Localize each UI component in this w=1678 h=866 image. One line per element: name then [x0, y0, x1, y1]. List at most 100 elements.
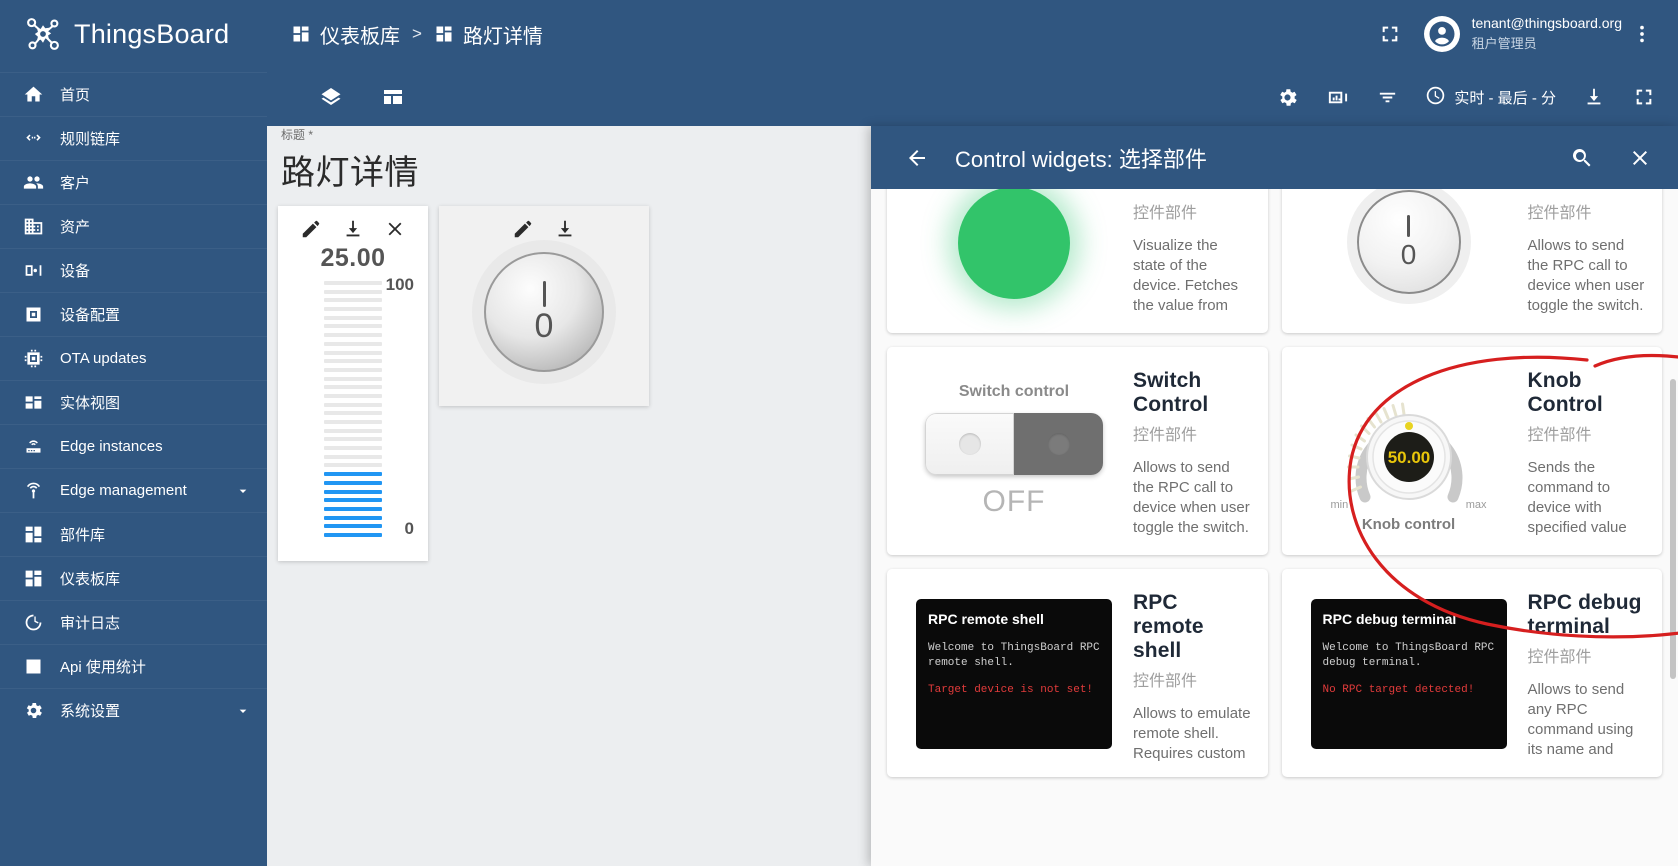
bar-gauge-tick [324, 480, 382, 485]
bar-gauge-scale: 100 0 [278, 275, 428, 538]
download-icon[interactable] [342, 218, 364, 240]
chevron-down-icon[interactable] [235, 483, 251, 499]
widget-panel-header: Control widgets: 选择部件 [871, 126, 1678, 189]
bar-gauge-max-label: 100 [385, 275, 414, 294]
terminal-error: Target device is not set! [928, 683, 1094, 696]
chevron-down-icon[interactable] [235, 703, 251, 719]
gear-icon[interactable] [1267, 77, 1307, 117]
widget-card-rpc-remote-shell[interactable]: RPC remote shell Welcome to ThingsBoard … [887, 569, 1268, 777]
breadcrumb-item-current[interactable]: 路灯详情 [434, 20, 543, 49]
sidebar-item-devices[interactable]: 设备 [0, 248, 267, 292]
toolbar-right-group: 实时 - 最后 - 分 [1267, 77, 1664, 117]
switch-left-half [925, 413, 1014, 475]
filter-icon[interactable] [1367, 77, 1407, 117]
breadcrumb: 仪表板库 > 路灯详情 [291, 20, 543, 49]
dashboard-toolbar: 实时 - 最后 - 分 [267, 68, 1678, 126]
user-menu[interactable]: tenant@thingsboard.org 租户管理员 [1423, 14, 1622, 54]
edge-management-icon [22, 480, 44, 502]
search-icon[interactable] [1562, 138, 1602, 178]
sidebar-item-dashboard-library[interactable]: 仪表板库 [0, 556, 267, 600]
arrow-back-icon[interactable] [897, 138, 937, 178]
widget-preview: Led indicator [903, 189, 1125, 319]
edit-icon[interactable] [300, 218, 322, 240]
bar-gauge-tick [324, 393, 382, 398]
thingsboard-logo-icon [22, 13, 64, 55]
sidebar-item-label: OTA updates [60, 350, 147, 367]
widget-bar-gauge[interactable]: 25.00 100 0 [278, 206, 428, 561]
sidebar: ThingsBoard 首页 规则链库 客户 资产 设备 设备配置 OTA up… [0, 0, 267, 866]
settings-icon [22, 700, 44, 722]
expand-fullscreen-icon[interactable] [1624, 77, 1664, 117]
knob-max-label: max [1465, 499, 1487, 511]
bar-gauge: 25.00 100 0 [278, 244, 428, 538]
bar-gauge-tick [324, 411, 382, 416]
round-switch-knob[interactable]: 0 [484, 252, 604, 372]
panel-scrollbar[interactable] [1670, 259, 1676, 860]
sidebar-item-widget-library[interactable]: 部件库 [0, 512, 267, 556]
widget-panel-body[interactable]: Led indicator Led indicator 控件部件 Visuali… [871, 189, 1678, 866]
sidebar-item-label: 审计日志 [60, 615, 121, 632]
scrollbar-thumb[interactable] [1670, 379, 1676, 679]
widget-card-led-indicator[interactable]: Led indicator Led indicator 控件部件 Visuali… [887, 189, 1268, 333]
sidebar-item-device-profiles[interactable]: 设备配置 [0, 292, 267, 336]
close-icon[interactable] [1620, 138, 1660, 178]
sidebar-item-label: 系统设置 [60, 703, 121, 720]
layers-icon[interactable] [311, 77, 351, 117]
dashboard-title-value[interactable]: 路灯详情 [279, 145, 709, 194]
sidebar-item-home[interactable]: 首页 [0, 72, 267, 116]
widget-preview: Switch control OFF [903, 361, 1125, 541]
download-icon[interactable] [1574, 77, 1614, 117]
widget-preview: Round switch 0 [1298, 189, 1520, 319]
widget-round-switch[interactable]: 0 [439, 206, 649, 406]
widget-card-round-switch[interactable]: Round switch 0 Round Switch 控件部件 Allows … [1281, 189, 1662, 333]
bar-gauge-tick [324, 341, 382, 346]
brand[interactable]: ThingsBoard [0, 0, 267, 68]
bar-gauge-tick [324, 428, 382, 433]
sidebar-item-assets[interactable]: 资产 [0, 204, 267, 248]
widget-description: Visualize the state of the device. Fetch… [1133, 237, 1239, 319]
sidebar-item-ota-updates[interactable]: OTA updates [0, 336, 267, 380]
dashboard-title-label: 标题 * [281, 128, 314, 142]
breadcrumb-separator: > [412, 24, 422, 43]
sidebar-item-rulechains[interactable]: 规则链库 [0, 116, 267, 160]
breadcrumb-item-dashboards[interactable]: 仪表板库 [291, 20, 400, 49]
sidebar-item-customers[interactable]: 客户 [0, 160, 267, 204]
more-vert-icon[interactable] [1622, 14, 1662, 54]
widget-category: 控件部件 [1527, 427, 1592, 444]
widget-library-icon [22, 524, 44, 546]
layout-icon[interactable] [373, 77, 413, 117]
widget-description: Allows to send the RPC call to device wh… [1133, 459, 1250, 541]
sidebar-item-api-usage[interactable]: Api 使用统计 [0, 644, 267, 688]
dashboard-library-icon [22, 568, 44, 590]
main-area: 仪表板库 > 路灯详情 tenant@thingsboard.org 租户管理员 [267, 0, 1678, 866]
sidebar-item-edge-instances[interactable]: Edge instances [0, 424, 267, 468]
widget-name: Knob Control [1527, 369, 1603, 416]
home-icon [22, 84, 44, 106]
widget-card-rpc-debug-terminal[interactable]: RPC debug terminal Welcome to ThingsBoar… [1281, 569, 1662, 777]
sidebar-item-audit-log[interactable]: 审计日志 [0, 600, 267, 644]
widget-card-switch-control[interactable]: Switch control OFF Switch Control 控件部件 A… [887, 347, 1268, 555]
sidebar-item-label: 首页 [60, 87, 91, 104]
close-icon[interactable] [384, 218, 406, 240]
sidebar-item-label: 资产 [60, 219, 91, 236]
widget-card-knob-control[interactable]: 50.00 min max Knob control Knob Control [1281, 347, 1662, 555]
dashboard-title-field[interactable]: 标题 * 路灯详情 [279, 126, 709, 194]
switch-off-label: 0 [534, 307, 554, 345]
widget-category: 控件部件 [1133, 205, 1198, 222]
device-state-icon[interactable] [1317, 77, 1357, 117]
fullscreen-icon[interactable] [1370, 14, 1410, 54]
sidebar-item-system-settings[interactable]: 系统设置 [0, 688, 267, 732]
clock-icon [1425, 85, 1446, 110]
sidebar-item-entity-views[interactable]: 实体视图 [0, 380, 267, 424]
sidebar-item-edge-management[interactable]: Edge management [0, 468, 267, 512]
edit-icon[interactable] [512, 218, 534, 240]
bar-gauge-tick [324, 376, 382, 381]
breadcrumb-label: 仪表板库 [320, 25, 400, 48]
switch-control-icon [925, 413, 1103, 475]
download-icon[interactable] [554, 218, 576, 240]
widget-description: Allows to send the RPC call to device wh… [1527, 237, 1645, 319]
widget-category: 控件部件 [1527, 649, 1592, 666]
widget-grid: Led indicator Led indicator 控件部件 Visuali… [887, 189, 1662, 777]
bar-gauge-tick [324, 463, 382, 468]
timerange-selector[interactable]: 实时 - 最后 - 分 [1417, 79, 1564, 116]
